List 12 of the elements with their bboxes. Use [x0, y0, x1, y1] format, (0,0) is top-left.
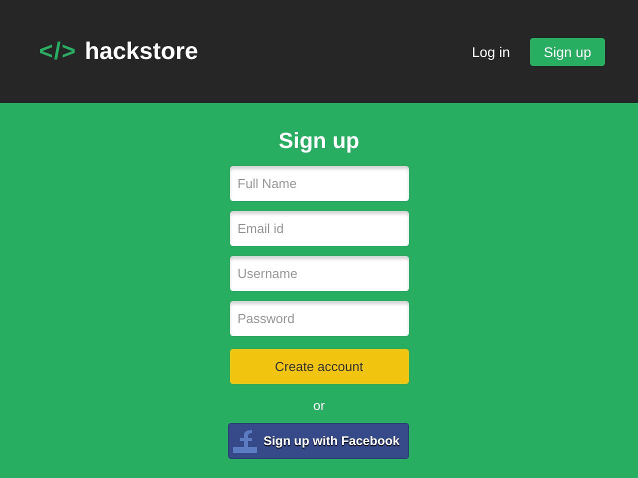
or-separator: or [313, 398, 325, 413]
create-account-button[interactable]: Create account [230, 349, 408, 384]
login-link[interactable]: Log in [468, 40, 514, 64]
input-field[interactable]: Username [230, 256, 408, 291]
logo-text: hackstore [84, 38, 198, 66]
form-title: Sign up [278, 128, 360, 154]
input-field[interactable]: Email id [230, 211, 408, 246]
logo-mark: </> [39, 38, 77, 66]
social-signup-button[interactable]: Sign up with Facebook [228, 423, 408, 459]
input-field[interactable]: Password [230, 301, 408, 336]
input-field[interactable]: Full Name [230, 166, 408, 201]
logo-icon [232, 428, 258, 454]
